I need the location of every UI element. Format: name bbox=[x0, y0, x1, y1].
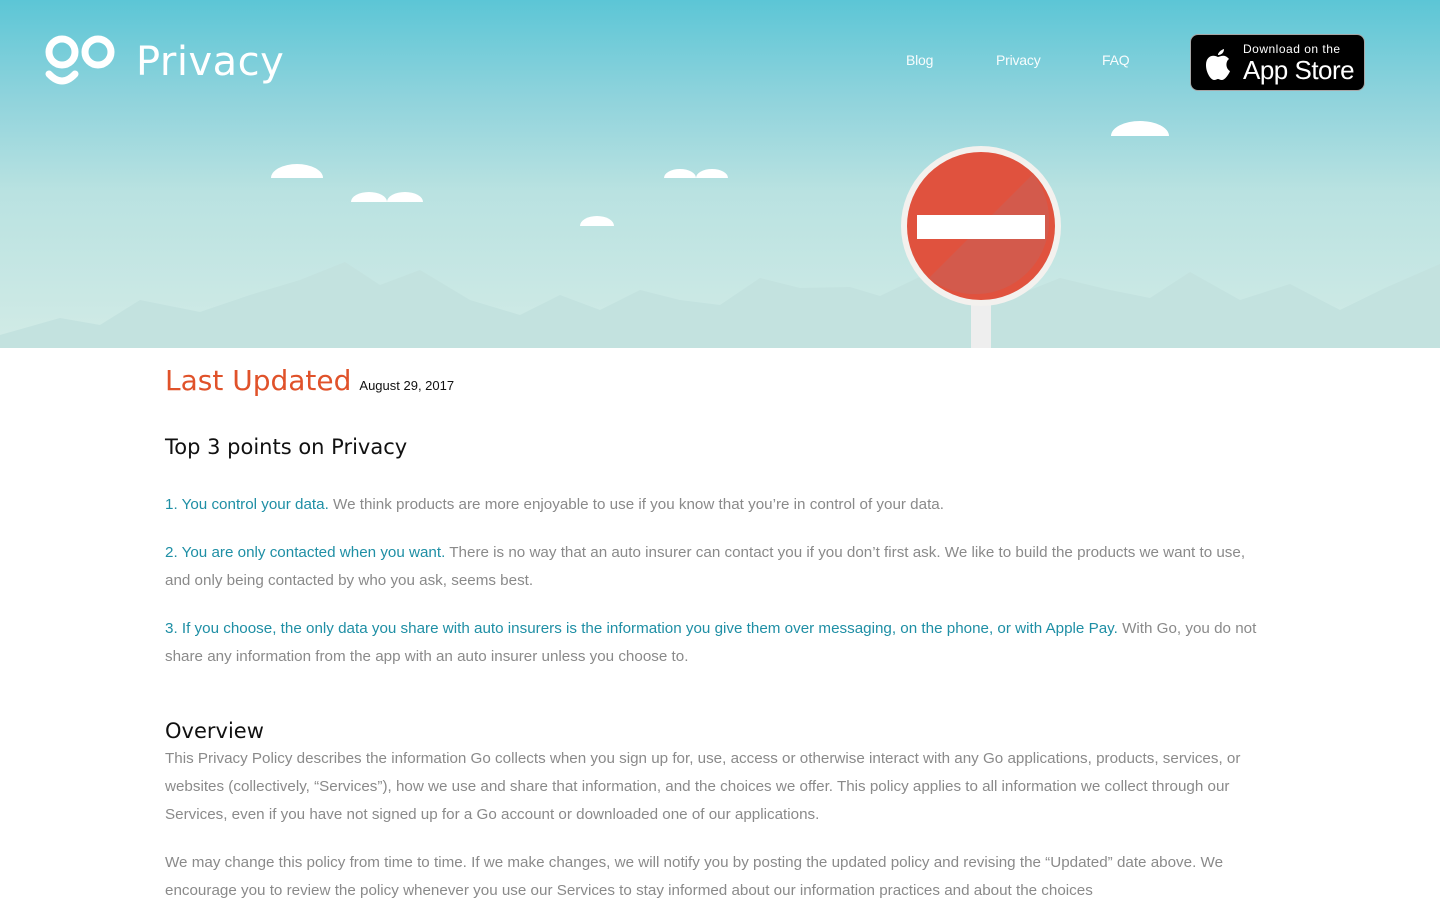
last-updated-label: Last Updated bbox=[165, 364, 352, 397]
privacy-point-lead: 3. If you choose, the only data you shar… bbox=[165, 620, 1118, 637]
policy-content: Last Updated August 29, 2017 Top 3 point… bbox=[165, 348, 1265, 905]
privacy-point: 2. You are only contacted when you want.… bbox=[165, 539, 1265, 595]
app-store-line1: Download on the bbox=[1243, 41, 1341, 56]
mountains-illustration bbox=[0, 262, 1440, 348]
nav-faq-link[interactable]: FAQ bbox=[1102, 52, 1130, 68]
last-updated: Last Updated August 29, 2017 bbox=[165, 364, 1265, 397]
last-updated-date: August 29, 2017 bbox=[359, 378, 455, 393]
app-store-button[interactable]: Download on the App Store bbox=[1190, 34, 1365, 91]
nav-privacy-link[interactable]: Privacy bbox=[996, 52, 1041, 68]
app-store-line2: App Store bbox=[1243, 54, 1355, 85]
privacy-point: 1. You control your data. We think produ… bbox=[165, 491, 1265, 519]
overview-paragraph: This Privacy Policy describes the inform… bbox=[165, 750, 1241, 823]
overview-paragraph: We may change this policy from time to t… bbox=[165, 854, 1224, 899]
apple-icon bbox=[1206, 48, 1230, 80]
privacy-point: 3. If you choose, the only data you shar… bbox=[165, 615, 1265, 671]
top-points-heading: Top 3 points on Privacy bbox=[165, 435, 408, 459]
privacy-point-lead: 2. You are only contacted when you want. bbox=[165, 544, 446, 561]
privacy-point-lead: 1. You control your data. bbox=[165, 496, 329, 513]
overview-heading: Overview bbox=[165, 719, 264, 743]
hero-banner: Privacy Blog Privacy FAQ Download on the… bbox=[0, 0, 1440, 348]
privacy-point-text: We think products are more enjoyable to … bbox=[328, 496, 944, 513]
nav-blog-link[interactable]: Blog bbox=[906, 52, 933, 68]
